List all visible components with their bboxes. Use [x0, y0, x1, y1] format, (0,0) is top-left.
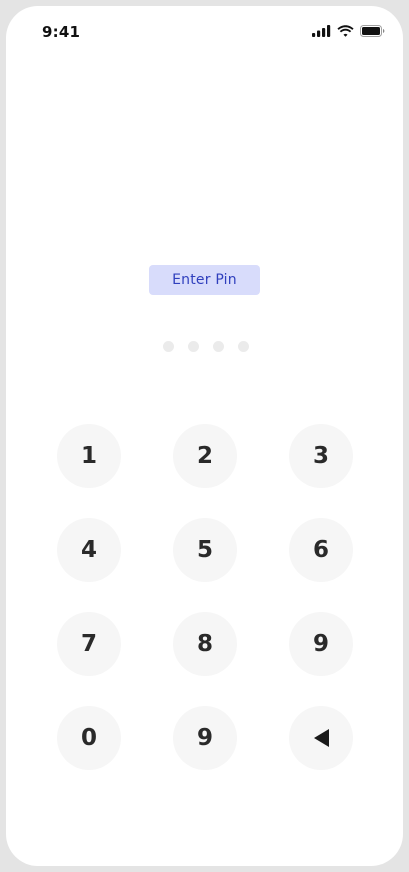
- status-bar: 9:41: [6, 6, 403, 58]
- pin-dot: [187, 341, 199, 352]
- pin-dot: [237, 341, 249, 352]
- key-2[interactable]: 2: [173, 424, 237, 488]
- numeric-keypad: 12345678909: [57, 424, 353, 770]
- key-7[interactable]: 7: [57, 612, 121, 676]
- backspace-button[interactable]: [289, 706, 353, 770]
- key-6[interactable]: 6: [289, 518, 353, 582]
- cellular-signal-icon: [312, 25, 331, 37]
- enter-pin-label: Enter Pin: [149, 265, 260, 295]
- pin-indicator: [6, 341, 403, 352]
- battery-icon: [360, 25, 385, 37]
- pin-dot: [162, 341, 174, 352]
- phone-screen: 9:41 Enter Pin 1 2 3 4 5 6 7 8 9 0 9: [6, 6, 403, 866]
- key-3[interactable]: 3: [289, 424, 353, 488]
- key-8[interactable]: 8: [173, 612, 237, 676]
- pin-dot: [212, 341, 224, 352]
- key-0[interactable]: 0: [57, 706, 121, 770]
- wifi-icon: [337, 25, 354, 37]
- key-9[interactable]: 9: [289, 612, 353, 676]
- status-icons: [312, 25, 385, 37]
- key-4[interactable]: 4: [57, 518, 121, 582]
- key-5[interactable]: 5: [173, 518, 237, 582]
- backspace-triangle-icon: [313, 728, 330, 748]
- key-1[interactable]: 1: [57, 424, 121, 488]
- status-time: 9:41: [42, 23, 81, 41]
- key-9[interactable]: 9: [173, 706, 237, 770]
